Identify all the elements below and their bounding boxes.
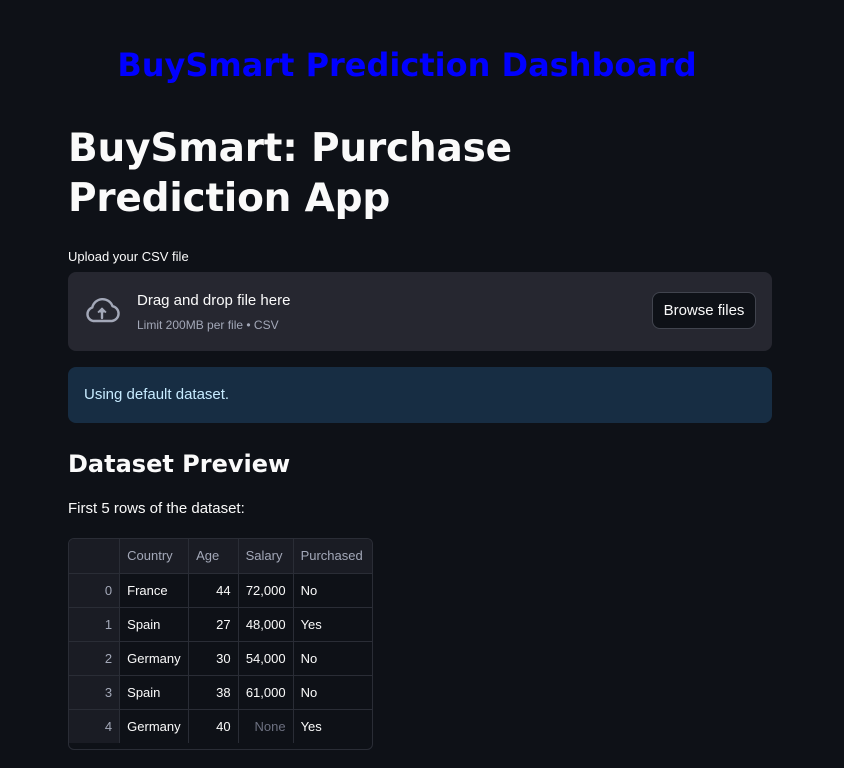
dataset-preview-caption: First 5 rows of the dataset: (68, 500, 245, 517)
app-page: BuySmart Prediction Dashboard BuySmart: … (0, 0, 844, 768)
salary-cell[interactable]: 48,000 (238, 607, 294, 642)
purchased-cell[interactable]: Yes (293, 709, 372, 743)
table-header-row: Country Age Salary Purchased (69, 539, 372, 574)
info-alert: Using default dataset. (68, 367, 772, 423)
purchased-cell[interactable]: No (293, 641, 372, 676)
table-row: 4 Germany 40 None Yes (69, 709, 372, 743)
file-dropzone[interactable]: Drag and drop file here Limit 200MB per … (68, 272, 772, 351)
dataset-preview-heading: Dataset Preview (68, 450, 291, 478)
age-cell[interactable]: 40 (188, 709, 239, 743)
table-row: 1 Spain 27 48,000 Yes (69, 607, 372, 642)
dropzone-limit-text: Limit 200MB per file • CSV (137, 318, 279, 332)
table-row: 3 Spain 38 61,000 No (69, 675, 372, 710)
age-cell[interactable]: 38 (188, 675, 239, 710)
row-index-cell: 0 (69, 573, 121, 608)
page-title: BuySmart: Purchase Prediction App (68, 126, 512, 221)
country-cell[interactable]: Spain (119, 675, 190, 710)
column-header-country[interactable]: Country (119, 539, 190, 574)
age-cell[interactable]: 27 (188, 607, 239, 642)
file-uploader-label: Upload your CSV file (68, 249, 189, 264)
row-index-cell: 3 (69, 675, 121, 710)
salary-cell[interactable]: 54,000 (238, 641, 294, 676)
dropzone-title: Drag and drop file here (137, 292, 291, 309)
column-header-salary[interactable]: Salary (238, 539, 294, 574)
table-row: 2 Germany 30 54,000 No (69, 641, 372, 676)
country-cell[interactable]: Germany (119, 709, 190, 743)
row-index-cell: 4 (69, 709, 121, 743)
column-header-index[interactable] (69, 539, 121, 574)
country-cell[interactable]: Germany (119, 641, 190, 676)
info-alert-text: Using default dataset. (84, 386, 230, 403)
salary-cell[interactable]: 72,000 (238, 573, 294, 608)
dataframe-table[interactable]: Country Age Salary Purchased 0 France 44… (68, 538, 373, 750)
country-cell[interactable]: Spain (119, 607, 190, 642)
salary-cell[interactable]: 61,000 (238, 675, 294, 710)
dashboard-banner-title: BuySmart Prediction Dashboard (117, 46, 697, 84)
purchased-cell[interactable]: No (293, 573, 372, 608)
browse-files-button[interactable]: Browse files (652, 292, 756, 329)
country-cell[interactable]: France (119, 573, 190, 608)
column-header-age[interactable]: Age (188, 539, 239, 574)
purchased-cell[interactable]: No (293, 675, 372, 710)
purchased-cell[interactable]: Yes (293, 607, 372, 642)
age-cell[interactable]: 30 (188, 641, 239, 676)
cloud-upload-icon (83, 296, 121, 326)
age-cell[interactable]: 44 (188, 573, 239, 608)
row-index-cell: 1 (69, 607, 121, 642)
row-index-cell: 2 (69, 641, 121, 676)
table-row: 0 France 44 72,000 No (69, 573, 372, 608)
column-header-purchased[interactable]: Purchased (293, 539, 372, 574)
salary-cell-missing[interactable]: None (238, 709, 294, 743)
